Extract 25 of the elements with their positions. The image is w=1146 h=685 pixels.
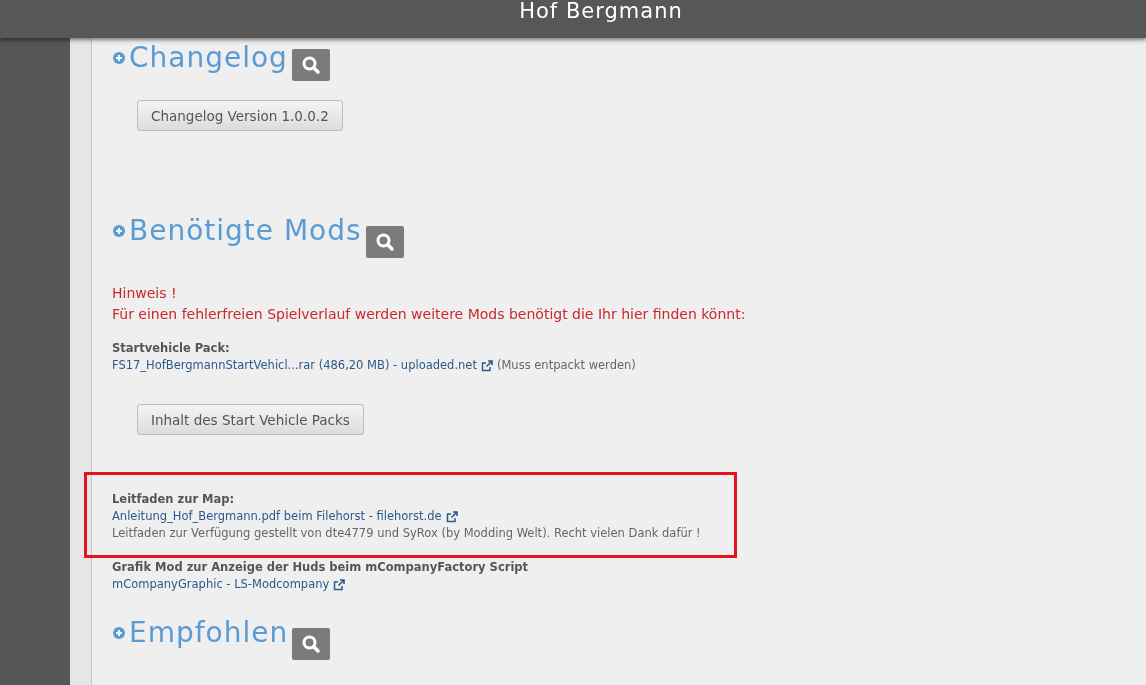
external-link-icon bbox=[445, 510, 458, 523]
download-link[interactable]: FS17_HofBergmannStartVehicl...rar (486,20 MB) - uploaded.net bbox=[112, 357, 477, 374]
download-note: (Muss entpackt werden) bbox=[496, 357, 636, 374]
search-icon[interactable] bbox=[292, 628, 331, 660]
search-icon[interactable] bbox=[365, 226, 404, 258]
notice-text: Für einen fehlerfreien Spielverlauf werden weitere Mods benötigt die Ihr hier finden könnt: bbox=[112, 305, 747, 324]
spoiler-button[interactable]: Inhalt des Start Vehicle Packs bbox=[137, 404, 364, 435]
external-link-icon bbox=[480, 359, 493, 372]
spoiler-button[interactable]: Changelog Version 1.0.0.2 bbox=[137, 100, 343, 131]
download-label: Startvehicle Pack: bbox=[112, 340, 231, 357]
plus-circle-icon bbox=[112, 224, 126, 238]
search-icon[interactable] bbox=[291, 49, 330, 81]
external-link-icon bbox=[333, 578, 346, 591]
plus-circle-icon bbox=[112, 51, 126, 65]
download-label: Grafik Mod zur Anzeige der Huds beim mCompanyFactory Script bbox=[112, 559, 530, 576]
download-label: Leitfaden zur Map: bbox=[112, 491, 236, 508]
section-heading: Benötigte Mods bbox=[129, 213, 362, 249]
section-heading: Changelog bbox=[129, 40, 288, 76]
plus-circle-icon bbox=[112, 626, 126, 640]
download-description: Leitfaden zur Verfügung gestellt von dte4779 und SyRox (by Modding Welt). Recht vielen Dank dafür ! bbox=[112, 525, 702, 542]
notice-text: Hinweis ! bbox=[112, 284, 178, 303]
section-heading: Empfohlen bbox=[129, 615, 289, 651]
page-title: Hof Bergmann bbox=[519, 0, 683, 25]
download-link[interactable]: mCompanyGraphic - LS-Modcompany bbox=[112, 576, 330, 593]
download-link[interactable]: Anleitung_Hof_Bergmann.pdf beim Filehorst - filehorst.de bbox=[112, 508, 442, 525]
